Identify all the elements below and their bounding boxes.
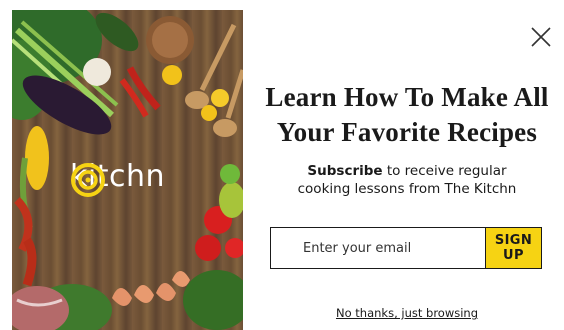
signup-form: SIGN UP — [270, 227, 542, 269]
subtext-line-2: cooking lessons from The Kitchn — [297, 181, 517, 197]
newsletter-modal: kitchn Learn How To Make All Your Favori… — [0, 0, 564, 330]
email-input[interactable] — [271, 228, 485, 268]
food-photo: kitchn — [12, 10, 243, 330]
sign-up-button[interactable]: SIGN UP — [485, 228, 541, 268]
kitchn-logo-icon — [71, 163, 105, 197]
kitchn-logo: kitchn — [70, 162, 165, 197]
headline-line-2: Your Favorite Recipes — [276, 117, 538, 147]
close-button[interactable] — [528, 24, 554, 50]
subtext-line-1: Subscribe to receive regular — [250, 162, 564, 180]
close-icon — [531, 27, 551, 47]
headline-line-1: Learn How To Make All — [265, 82, 549, 112]
subscribe-emphasis: Subscribe — [307, 163, 383, 179]
subscribe-description: Subscribe to receive regular cooking les… — [250, 162, 564, 198]
modal-headline: Learn How To Make All Your Favorite Reci… — [250, 80, 564, 150]
dismiss-link[interactable]: No thanks, just browsing — [250, 306, 564, 320]
subtext-line-1-rest: to receive regular — [382, 163, 507, 179]
